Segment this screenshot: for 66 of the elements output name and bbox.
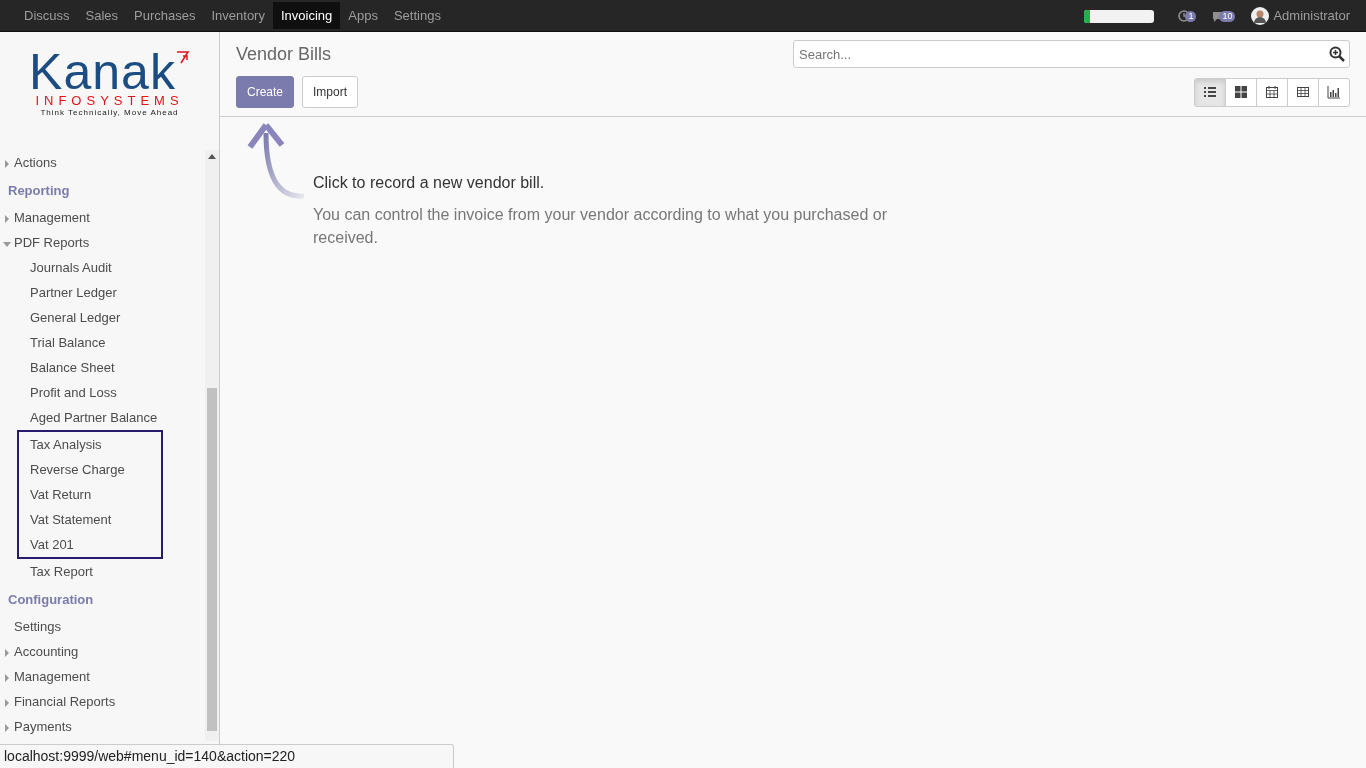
view-switch-button[interactable]: [1318, 77, 1350, 107]
menu-item[interactable]: Aged Partner Balance: [30, 410, 158, 425]
view-switch-button[interactable]: [1225, 77, 1257, 107]
app-menu-item[interactable]: Invoicing: [272, 2, 341, 29]
app-menu-item[interactable]: Apps: [340, 2, 386, 29]
caret-right-icon[interactable]: [3, 214, 11, 223]
help-title: Click to record a new vendor bill.: [313, 173, 546, 193]
caret-right-icon[interactable]: [3, 648, 11, 657]
menu-item[interactable]: Trial Balance: [30, 335, 106, 350]
app-menu-item[interactable]: Inventory: [203, 2, 273, 29]
list-view-icon: [1203, 85, 1217, 99]
menu-item[interactable]: Actions: [14, 150, 57, 175]
menu-item[interactable]: Journals Audit: [30, 260, 112, 275]
menu-item[interactable]: Settings: [14, 614, 61, 639]
menu-item[interactable]: Partner Ledger: [30, 285, 117, 300]
help-text: You can control the invoice from your vendor according to what you purchased or received.: [313, 205, 888, 248]
menu-item[interactable]: PDF Reports: [14, 230, 90, 255]
menu-item[interactable]: Tax Report: [30, 564, 93, 579]
menu-item[interactable]: Vat Return: [30, 487, 92, 502]
caret-right-icon[interactable]: [3, 673, 11, 682]
status-url: localhost:9999/web#menu_id=140&action=220: [0, 744, 454, 768]
logo-subtitle: INFOSYSTEMS: [35, 94, 184, 108]
avatar-icon[interactable]: [1251, 7, 1270, 25]
page-title: Vendor Bills: [236, 42, 332, 66]
logo-mark-icon: [175, 50, 190, 64]
app-menu-item[interactable]: Purchases: [126, 2, 204, 29]
caret-down-icon[interactable]: [3, 239, 11, 248]
message-count: 10: [1219, 10, 1236, 22]
menu-item[interactable]: Vat 201: [30, 537, 74, 552]
app-menu-item[interactable]: Settings: [385, 2, 449, 29]
menu-item[interactable]: Profit and Loss: [30, 385, 117, 400]
menu-item[interactable]: Financial Reports: [14, 689, 116, 714]
scroll-up-icon[interactable]: [207, 152, 217, 160]
app-menu-item[interactable]: Sales: [77, 2, 127, 29]
menu-item[interactable]: Reverse Charge: [30, 462, 125, 477]
menu-item[interactable]: Management: [14, 205, 90, 230]
progress-bar: [1084, 9, 1155, 23]
menu-item[interactable]: Tax Analysis: [30, 437, 102, 452]
menu-item[interactable]: General Ledger: [30, 310, 121, 325]
user-name[interactable]: Administrator: [1273, 6, 1350, 26]
logo-tagline: Think Technically, Move Ahead: [40, 108, 179, 118]
view-switch-button[interactable]: [1194, 77, 1226, 107]
caret-right-icon[interactable]: [3, 723, 11, 732]
menu-section-header: Configuration: [7, 591, 95, 609]
logo-name: Kanak: [29, 50, 176, 94]
menu-item[interactable]: Vat Statement: [30, 512, 112, 527]
view-switch-button[interactable]: [1287, 77, 1319, 107]
view-switch-button[interactable]: [1256, 77, 1288, 107]
kanban-view-icon: [1234, 85, 1248, 99]
menu-item[interactable]: Payments: [14, 714, 72, 739]
caret-right-icon[interactable]: [3, 159, 11, 168]
scrollbar[interactable]: [205, 150, 219, 741]
import-button[interactable]: Import: [302, 76, 359, 108]
menu-item[interactable]: Management: [14, 664, 90, 689]
activity-count: 1: [1185, 10, 1197, 22]
search-icon[interactable]: [1329, 46, 1345, 62]
app-menu-item[interactable]: Discuss: [16, 2, 78, 29]
menu-item[interactable]: Balance Sheet: [30, 360, 115, 375]
bar-chart-icon: [1327, 85, 1341, 99]
calendar-view-icon: [1265, 85, 1279, 99]
menu-section-header: Reporting: [7, 182, 71, 200]
search-field[interactable]: Search...: [793, 40, 1350, 68]
table-view-icon: [1296, 85, 1310, 99]
menu-item[interactable]: Accounting: [14, 639, 79, 664]
create-button[interactable]: Create: [236, 76, 295, 108]
caret-right-icon[interactable]: [3, 698, 11, 707]
